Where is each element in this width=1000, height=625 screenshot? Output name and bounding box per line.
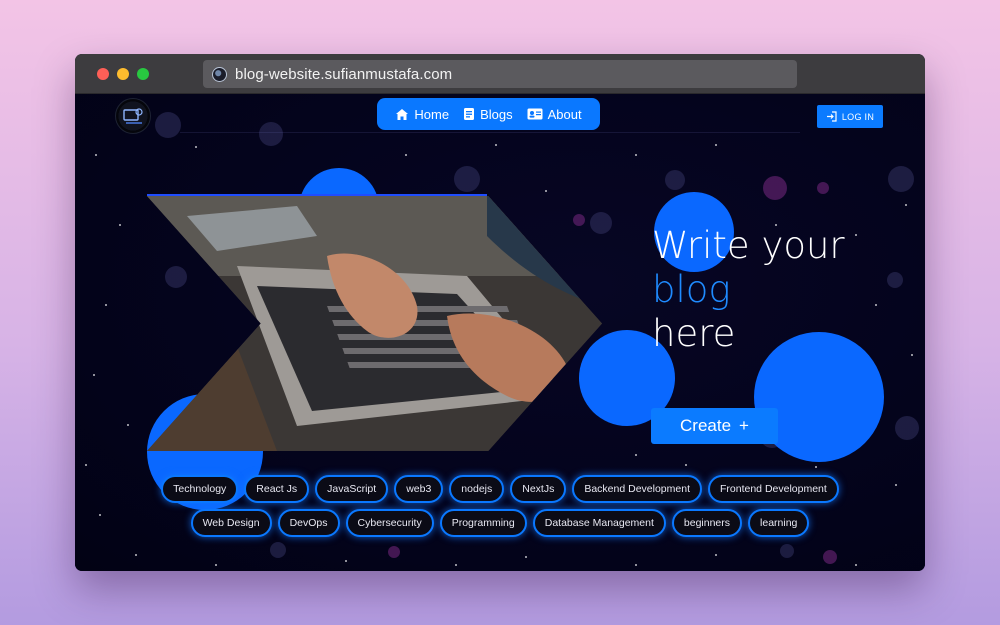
hero-headline: Write your blog here xyxy=(652,224,845,356)
header-divider xyxy=(180,132,800,133)
login-icon xyxy=(826,111,837,122)
background-bubble xyxy=(665,170,685,190)
site-logo-icon xyxy=(123,108,143,124)
background-bubble xyxy=(388,546,400,558)
star xyxy=(635,454,637,456)
background-bubble xyxy=(270,542,286,558)
tag-chip[interactable]: Web Design xyxy=(190,509,272,537)
url-text[interactable]: blog-website.sufianmustafa.com xyxy=(235,66,452,83)
tag-list: Technology React Js JavaScript web3 nodejs Ne… xyxy=(120,475,880,537)
background-bubble xyxy=(888,166,914,192)
star xyxy=(195,146,197,148)
browser-window: blog-website.sufianmustafa.com Home Blog… xyxy=(75,54,925,571)
tag-chip[interactable]: beginners xyxy=(671,509,743,537)
hero-image xyxy=(147,196,602,451)
star xyxy=(715,554,717,556)
maximize-window-button[interactable] xyxy=(137,68,149,80)
tag-chip[interactable]: Backend Development xyxy=(572,475,702,503)
background-bubble xyxy=(165,266,187,288)
site-logo[interactable] xyxy=(115,98,151,134)
star xyxy=(815,466,817,468)
contact-card-icon xyxy=(527,108,543,120)
star xyxy=(119,224,121,226)
nav-about-label: About xyxy=(547,106,582,122)
close-window-button[interactable] xyxy=(97,68,109,80)
headline-line-1: Write your xyxy=(652,224,845,267)
star xyxy=(875,304,877,306)
hero-image-border xyxy=(147,194,487,196)
tag-chip[interactable]: Cybersecurity xyxy=(345,509,434,537)
tag-chip[interactable]: DevOps xyxy=(277,509,340,537)
star xyxy=(715,144,717,146)
plus-icon: + xyxy=(739,416,749,435)
star xyxy=(93,374,95,376)
tag-chip[interactable]: React Js xyxy=(244,475,310,503)
tag-chip[interactable]: nodejs xyxy=(449,475,505,503)
laptop-typing-illustration xyxy=(147,196,602,451)
star xyxy=(85,464,87,466)
star xyxy=(495,144,497,146)
site-favicon-icon xyxy=(212,66,227,82)
star xyxy=(455,564,457,566)
address-bar[interactable]: blog-website.sufianmustafa.com xyxy=(203,60,797,88)
nav-about[interactable]: About xyxy=(527,107,582,122)
star xyxy=(635,154,637,156)
star xyxy=(95,154,97,156)
main-navigation: Home Blogs About xyxy=(377,98,600,130)
background-bubble xyxy=(590,212,612,234)
tag-chip[interactable]: Programming xyxy=(439,509,527,537)
star xyxy=(99,514,101,516)
star xyxy=(127,424,129,426)
background-bubble xyxy=(895,416,919,440)
background-bubble xyxy=(817,182,829,194)
login-label: LOG IN xyxy=(841,111,875,122)
star xyxy=(135,554,137,556)
tag-chip[interactable]: web3 xyxy=(394,475,444,503)
star xyxy=(405,154,407,156)
star xyxy=(635,564,637,566)
star xyxy=(685,464,687,466)
background-bubble xyxy=(823,550,837,564)
home-icon xyxy=(396,108,409,120)
headline-line-3: here xyxy=(652,312,736,355)
background-bubble xyxy=(454,166,480,192)
tag-chip[interactable]: Frontend Development xyxy=(708,475,839,503)
star xyxy=(105,304,107,306)
background-bubble xyxy=(763,176,787,200)
tag-chip[interactable]: JavaScript xyxy=(315,475,389,503)
star xyxy=(345,560,347,562)
create-blog-button[interactable]: Create + xyxy=(651,408,778,444)
star xyxy=(895,484,897,486)
background-bubble xyxy=(259,122,283,146)
background-bubble xyxy=(573,214,585,226)
star xyxy=(855,564,857,566)
nav-home-label: Home xyxy=(414,106,450,122)
minimize-window-button[interactable] xyxy=(117,68,129,80)
create-button-label: Create xyxy=(680,416,732,435)
headline-line-2: blog xyxy=(652,268,731,311)
tag-chip[interactable]: Technology xyxy=(161,475,239,503)
nav-blogs-label: Blogs xyxy=(480,106,513,122)
star xyxy=(855,234,857,236)
star xyxy=(525,556,527,558)
background-bubble xyxy=(780,544,794,558)
tag-chip[interactable]: NextJs xyxy=(510,475,567,503)
background-bubble xyxy=(155,112,181,138)
nav-blogs[interactable]: Blogs xyxy=(463,107,513,122)
document-icon xyxy=(464,108,475,120)
star xyxy=(905,204,907,206)
page-viewport: Home Blogs About LOG IN Write your blog … xyxy=(75,94,925,571)
tag-chip[interactable]: Database Management xyxy=(532,509,666,537)
star xyxy=(215,564,217,566)
star xyxy=(911,354,913,356)
browser-titlebar: blog-website.sufianmustafa.com xyxy=(75,54,925,94)
background-bubble xyxy=(887,272,903,288)
login-button[interactable]: LOG IN xyxy=(817,105,883,128)
star xyxy=(545,190,547,192)
nav-home[interactable]: Home xyxy=(395,107,449,122)
tag-chip[interactable]: learning xyxy=(748,509,810,537)
